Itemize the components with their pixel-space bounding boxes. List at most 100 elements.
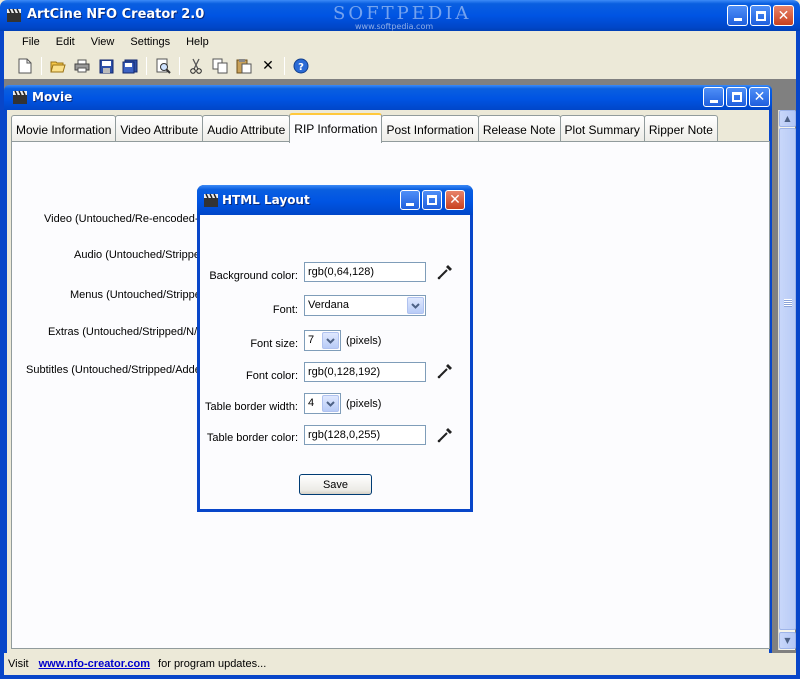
chevron-down-icon: ▼ bbox=[784, 636, 791, 645]
subtitles-label: Subtitles (Untouched/Stripped/Adde bbox=[26, 364, 201, 376]
table-border-width-label: Table border width: bbox=[205, 401, 298, 413]
font-select[interactable]: Verdana bbox=[304, 295, 426, 316]
status-suffix: for program updates... bbox=[158, 658, 267, 670]
tab-movie-information[interactable]: Movie Information bbox=[11, 115, 117, 143]
copy-button[interactable] bbox=[209, 55, 231, 77]
eyedropper-icon[interactable] bbox=[436, 263, 454, 281]
open-button[interactable] bbox=[47, 55, 69, 77]
menu-edit[interactable]: Edit bbox=[48, 34, 83, 50]
font-label: Font: bbox=[272, 304, 298, 316]
font-size-value: 7 bbox=[308, 334, 315, 346]
cut-button[interactable] bbox=[185, 55, 207, 77]
child-maximize-button[interactable] bbox=[726, 87, 747, 107]
copy-icon bbox=[212, 58, 228, 74]
save-button[interactable]: Save bbox=[299, 474, 372, 495]
tab-rip-information[interactable]: RIP Information bbox=[289, 113, 383, 143]
font-size-select[interactable]: 7 bbox=[304, 330, 341, 351]
chevron-down-icon[interactable] bbox=[407, 297, 424, 314]
close-icon: ✕ bbox=[777, 7, 790, 24]
html-layout-dialog: HTML Layout ✕ Background color: rgb(0,64… bbox=[197, 185, 473, 512]
preview-button[interactable] bbox=[152, 55, 174, 77]
background-color-field[interactable]: rgb(0,64,128) bbox=[304, 262, 426, 282]
maximize-icon bbox=[731, 92, 742, 102]
tab-video-attribute[interactable]: Video Attribute bbox=[115, 115, 204, 143]
table-border-color-field[interactable]: rgb(128,0,255) bbox=[304, 425, 426, 445]
delete-icon: ✕ bbox=[262, 58, 274, 74]
paste-button[interactable] bbox=[233, 55, 255, 77]
svg-text:?: ? bbox=[298, 62, 304, 73]
print-button[interactable] bbox=[71, 55, 93, 77]
tab-post-information[interactable]: Post Information bbox=[381, 115, 479, 143]
chevron-up-icon: ▲ bbox=[784, 114, 791, 123]
tab-strip: Movie Information Video Attribute Audio … bbox=[11, 113, 718, 143]
table-border-width-unit: (pixels) bbox=[346, 398, 382, 410]
watermark-url: www.softpedia.com bbox=[355, 22, 434, 31]
table-border-color-label: Table border color: bbox=[206, 432, 298, 444]
website-link[interactable]: www.nfo-creator.com bbox=[39, 658, 150, 670]
cut-icon bbox=[190, 58, 202, 74]
font-color-label: Font color: bbox=[246, 370, 298, 382]
dialog-body: Background color: rgb(0,64,128) Font: Ve… bbox=[200, 215, 470, 509]
vertical-scrollbar[interactable]: ▲ ▼ bbox=[778, 110, 796, 650]
dialog-titlebar[interactable]: HTML Layout ✕ bbox=[197, 185, 473, 215]
preview-icon bbox=[156, 58, 171, 74]
save-toolbar-button[interactable] bbox=[95, 55, 117, 77]
eyedropper-icon[interactable] bbox=[436, 426, 454, 444]
font-size-unit: (pixels) bbox=[346, 335, 382, 347]
dialog-minimize-button[interactable] bbox=[400, 190, 420, 210]
watermark: SOFTPEDIA bbox=[333, 3, 472, 24]
dialog-close-button[interactable]: ✕ bbox=[445, 190, 465, 210]
menu-settings[interactable]: Settings bbox=[122, 34, 178, 50]
save-as-icon bbox=[122, 59, 138, 73]
help-button[interactable]: ? bbox=[290, 55, 312, 77]
table-border-width-value: 4 bbox=[308, 397, 315, 409]
font-select-value: Verdana bbox=[308, 299, 349, 311]
tab-audio-attribute[interactable]: Audio Attribute bbox=[202, 115, 291, 143]
print-icon bbox=[74, 59, 90, 73]
close-icon: ✕ bbox=[449, 192, 461, 208]
font-color-field[interactable]: rgb(0,128,192) bbox=[304, 362, 426, 382]
toolbar-separator bbox=[284, 57, 285, 75]
toolbar: ✕ ? bbox=[0, 53, 800, 79]
child-close-button[interactable]: ✕ bbox=[749, 87, 770, 107]
menu-bar: File Edit View Settings Help bbox=[0, 31, 800, 53]
chevron-down-icon[interactable] bbox=[322, 395, 339, 412]
scroll-thumb[interactable] bbox=[779, 128, 796, 630]
clapperboard-icon bbox=[13, 90, 27, 104]
chevron-down-icon[interactable] bbox=[322, 332, 339, 349]
minimize-icon bbox=[709, 99, 718, 103]
app-titlebar[interactable]: ArtCine NFO Creator 2.0 SOFTPEDIA www.so… bbox=[0, 0, 800, 31]
extras-label: Extras (Untouched/Stripped/N/ bbox=[48, 326, 198, 338]
new-button[interactable] bbox=[14, 55, 36, 77]
eyedropper-icon[interactable] bbox=[436, 362, 454, 380]
save-icon bbox=[99, 59, 113, 73]
child-minimize-button[interactable] bbox=[703, 87, 724, 107]
scroll-down-button[interactable]: ▼ bbox=[779, 632, 796, 649]
save-as-button[interactable] bbox=[119, 55, 141, 77]
background-color-label: Background color: bbox=[209, 270, 298, 282]
close-icon: ✕ bbox=[753, 89, 766, 105]
status-prefix: Visit bbox=[8, 658, 29, 670]
menu-view[interactable]: View bbox=[83, 34, 123, 50]
dialog-maximize-button[interactable] bbox=[422, 190, 442, 210]
toolbar-separator bbox=[41, 57, 42, 75]
paste-icon bbox=[236, 59, 252, 74]
child-window-titlebar[interactable]: Movie ✕ bbox=[4, 85, 772, 110]
scroll-grip-icon bbox=[784, 299, 792, 307]
menu-file[interactable]: File bbox=[14, 34, 48, 50]
close-button[interactable]: ✕ bbox=[773, 5, 794, 26]
menu-help[interactable]: Help bbox=[178, 34, 217, 50]
scroll-up-button[interactable]: ▲ bbox=[779, 110, 796, 127]
status-bar: Visit www.nfo-creator.com for program up… bbox=[0, 653, 800, 679]
tab-release-note[interactable]: Release Note bbox=[477, 115, 561, 143]
tab-plot-summary[interactable]: Plot Summary bbox=[559, 115, 645, 143]
menus-label: Menus (Untouched/Strippe bbox=[70, 289, 201, 301]
minimize-button[interactable] bbox=[727, 5, 748, 26]
tab-ripper-note[interactable]: Ripper Note bbox=[643, 115, 718, 143]
table-border-width-select[interactable]: 4 bbox=[304, 393, 341, 414]
maximize-button[interactable] bbox=[750, 5, 771, 26]
minimize-icon bbox=[406, 202, 414, 206]
maximize-icon bbox=[755, 10, 766, 21]
delete-button[interactable]: ✕ bbox=[257, 55, 279, 77]
video-label: Video (Untouched/Re-encoded- bbox=[44, 213, 199, 225]
